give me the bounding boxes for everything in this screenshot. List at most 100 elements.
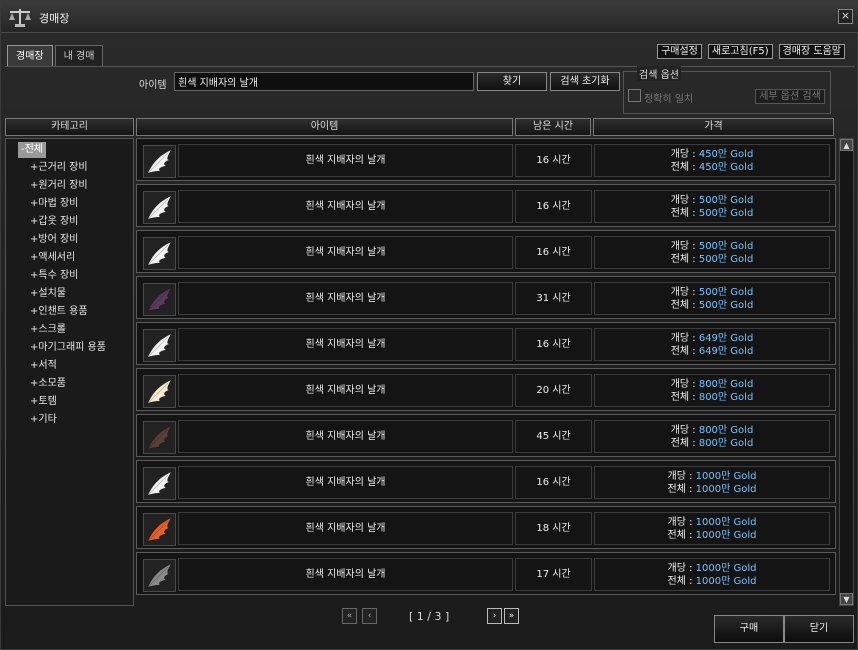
help-button[interactable]: 경매장 도움말 xyxy=(778,44,845,59)
close-button[interactable]: 닫기 xyxy=(784,615,854,643)
search-options-title: 검색 옵션 xyxy=(637,66,681,81)
first-page-icon[interactable]: « xyxy=(342,608,357,624)
search-label: 아이템 xyxy=(139,80,167,91)
category-item-accessory[interactable]: +액세서리 xyxy=(30,250,75,266)
column-header-time-left[interactable]: 남은 시간 xyxy=(515,118,591,136)
item-name: 흰색 지배자의 날개 xyxy=(178,512,513,545)
window-title: 경매장 xyxy=(39,12,70,25)
total-price-value: 450만 Gold xyxy=(698,162,754,173)
item-row[interactable]: 흰색 지배자의 날개 18 시간 개당 : 1000만 Gold 전체 : 1000만… xyxy=(136,506,836,549)
tab-my-auction[interactable]: 내 경매 xyxy=(54,45,104,67)
item-name: 흰색 지배자의 날개 xyxy=(178,144,513,177)
tab-bar: 경매장 내 경매 xyxy=(7,45,104,67)
unit-price-value: 800만 Gold xyxy=(698,425,754,436)
unit-price-label: 개당 : xyxy=(670,379,696,390)
category-item-defense[interactable]: +방어 장비 xyxy=(30,232,78,248)
scroll-down-icon[interactable]: ▼ xyxy=(840,593,853,605)
unit-price-label: 개당 : xyxy=(670,425,696,436)
item-row[interactable]: 흰색 지배자의 날개 16 시간 개당 : 649만 Gold 전체 : 649만 G… xyxy=(136,322,836,365)
total-price-label: 전체 : xyxy=(670,300,696,311)
item-price: 개당 : 1000만 Gold 전체 : 1000만 Gold xyxy=(594,466,830,499)
total-price-value: 500만 Gold xyxy=(698,300,754,311)
unit-price-label: 개당 : xyxy=(667,471,693,482)
total-price-label: 전체 : xyxy=(667,576,693,587)
item-time-left: 16 시간 xyxy=(515,236,592,269)
item-name: 흰색 지배자의 날개 xyxy=(178,190,513,223)
item-time-left: 17 시간 xyxy=(515,558,592,591)
item-time-left: 31 시간 xyxy=(515,282,592,315)
category-item-scroll[interactable]: +스크롤 xyxy=(30,322,66,338)
item-row[interactable]: 흰색 지배자의 날개 17 시간 개당 : 1000만 Gold 전체 : 1000만… xyxy=(136,552,836,595)
wing-icon xyxy=(143,375,176,408)
total-price-label: 전체 : xyxy=(667,484,693,495)
category-item-magic[interactable]: +마법 장비 xyxy=(30,196,78,212)
category-panel: -전체 +근거리 장비 +원거리 장비 +마법 장비 +갑옷 장비 +방어 장비… xyxy=(5,138,134,606)
item-time-left: 16 시간 xyxy=(515,466,592,499)
item-row[interactable]: 흰색 지배자의 날개 16 시간 개당 : 1000만 Gold 전체 : 1000만… xyxy=(136,460,836,503)
top-button-group: 구매설정 새로고침(F5) 경매장 도움말 xyxy=(657,44,845,59)
category-item-special[interactable]: +특수 장비 xyxy=(30,268,78,284)
exact-match-checkbox[interactable] xyxy=(628,89,641,102)
category-item-ranged[interactable]: +원거리 장비 xyxy=(30,178,88,194)
search-input[interactable] xyxy=(174,72,474,91)
item-name: 흰색 지배자의 날개 xyxy=(178,374,513,407)
total-price-value: 1000만 Gold xyxy=(695,576,757,587)
item-list: 흰색 지배자의 날개 16 시간 개당 : 450만 Gold 전체 : 450만 G… xyxy=(136,138,836,606)
tab-divider xyxy=(5,66,855,67)
item-name: 흰색 지배자의 날개 xyxy=(178,558,513,591)
category-item-enchant[interactable]: +인챈트 용품 xyxy=(30,304,88,320)
category-item-consumable[interactable]: +소모품 xyxy=(30,376,66,392)
item-time-left: 16 시간 xyxy=(515,328,592,361)
unit-price-value: 649만 Gold xyxy=(698,333,754,344)
category-item-book[interactable]: +서적 xyxy=(30,358,57,374)
unit-price-value: 500만 Gold xyxy=(698,195,754,206)
item-name: 흰색 지배자의 날개 xyxy=(178,420,513,453)
item-row[interactable]: 흰색 지배자의 날개 20 시간 개당 : 800만 Gold 전체 : 800만 G… xyxy=(136,368,836,411)
item-name: 흰색 지배자의 날개 xyxy=(178,236,513,269)
item-row[interactable]: 흰색 지배자의 날개 45 시간 개당 : 800만 Gold 전체 : 800만 G… xyxy=(136,414,836,457)
scales-icon xyxy=(9,9,31,27)
item-row[interactable]: 흰색 지배자의 날개 16 시간 개당 : 500만 Gold 전체 : 500만 G… xyxy=(136,230,836,273)
item-list-scrollbar[interactable]: ▲ ▼ xyxy=(839,138,854,606)
wing-icon xyxy=(143,559,176,592)
total-price-value: 1000만 Gold xyxy=(695,484,757,495)
close-icon[interactable]: × xyxy=(838,9,853,24)
refresh-button[interactable]: 새로고침(F5) xyxy=(707,44,773,59)
item-row[interactable]: 흰색 지배자의 날개 31 시간 개당 : 500만 Gold 전체 : 500만 G… xyxy=(136,276,836,319)
find-button[interactable]: 찾기 xyxy=(477,72,547,91)
column-header-item[interactable]: 아이템 xyxy=(136,118,513,136)
exact-match-label: 정확히 일치 xyxy=(644,94,694,105)
unit-price-value: 800만 Gold xyxy=(698,379,754,390)
category-item-melee[interactable]: +근거리 장비 xyxy=(30,160,88,176)
buy-button[interactable]: 구매 xyxy=(714,615,784,643)
title-bar[interactable]: 경매장 × xyxy=(1,1,858,33)
category-item-magigraphy[interactable]: +마기그래피 용품 xyxy=(30,340,106,356)
scroll-up-icon[interactable]: ▲ xyxy=(840,139,853,151)
total-price-value: 800만 Gold xyxy=(698,438,754,449)
unit-price-label: 개당 : xyxy=(670,149,696,160)
category-item-installable[interactable]: +설치물 xyxy=(30,286,66,302)
category-item-all[interactable]: -전체 xyxy=(18,142,47,158)
item-price: 개당 : 1000만 Gold 전체 : 1000만 Gold xyxy=(594,512,830,545)
prev-page-icon[interactable]: ‹ xyxy=(362,608,377,624)
unit-price-label: 개당 : xyxy=(670,287,696,298)
column-header-category: 카테고리 xyxy=(5,118,134,136)
detail-search-button[interactable]: 세부 옵션 검색 xyxy=(755,89,825,104)
item-time-left: 18 시간 xyxy=(515,512,592,545)
category-item-totem[interactable]: +토템 xyxy=(30,394,57,410)
purchase-settings-button[interactable]: 구매설정 xyxy=(657,44,702,59)
next-page-icon[interactable]: › xyxy=(487,608,502,624)
wing-icon xyxy=(143,513,176,546)
tab-auction[interactable]: 경매장 xyxy=(7,45,53,67)
reset-search-button[interactable]: 검색 초기화 xyxy=(550,72,620,91)
item-time-left: 16 시간 xyxy=(515,144,592,177)
item-price: 개당 : 500만 Gold 전체 : 500만 Gold xyxy=(594,282,830,315)
last-page-icon[interactable]: » xyxy=(504,608,519,624)
item-row[interactable]: 흰색 지배자의 날개 16 시간 개당 : 450만 Gold 전체 : 450만 G… xyxy=(136,138,836,181)
category-item-etc[interactable]: +기타 xyxy=(30,412,57,428)
column-header-price[interactable]: 가격 xyxy=(593,118,834,136)
category-item-armor[interactable]: +갑옷 장비 xyxy=(30,214,78,230)
total-price-label: 전체 : xyxy=(670,162,696,173)
unit-price-label: 개당 : xyxy=(670,333,696,344)
item-row[interactable]: 흰색 지배자의 날개 16 시간 개당 : 500만 Gold 전체 : 500만 G… xyxy=(136,184,836,227)
